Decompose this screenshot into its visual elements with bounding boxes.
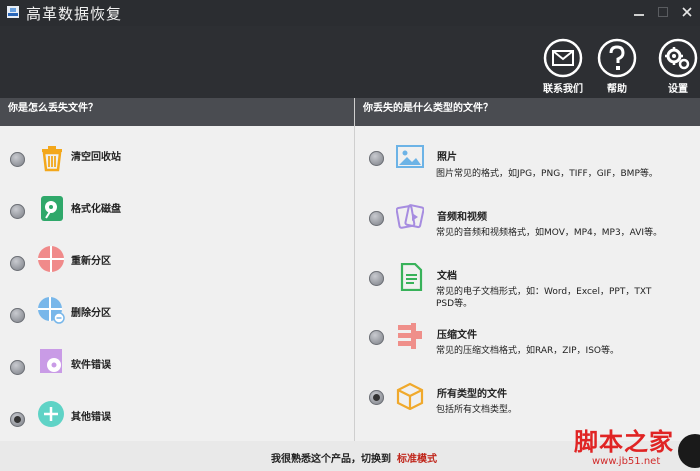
file-type-description: 常见的音频和视频格式，如MOV，MP4，MP3，AVI等。 [436,228,663,238]
loss-option-label: 清空回收站 [71,152,121,163]
file-type-description: 常见的压缩文档格式，如RAR，ZIP，ISO等。 [436,346,619,356]
radio-button[interactable] [10,152,25,167]
help-button[interactable]: 帮助 [594,38,640,98]
maximize-icon[interactable] [656,5,670,19]
window-title: 高革数据恢复 [26,5,123,23]
file-type-description: 图片常见的格式，如JPG，PNG，TIFF，GIF，BMP等。 [436,169,658,179]
radio-button-selected[interactable] [369,390,384,405]
standard-mode-link[interactable]: 标准模式 [397,454,437,465]
left-section-heading: 你是怎么丢失文件？ [0,98,354,126]
mode-switch-prompt: 我很熟悉这个产品，切换到 标准模式 [271,450,437,465]
watermark-circle [678,434,700,468]
file-type-label: 照片 [437,152,457,163]
photo-icon [396,145,424,168]
formatted-disk-icon [41,196,63,221]
radio-button[interactable] [369,151,384,166]
loss-reason-panel: 清空回收站 格式化磁盘 重新分区 删除分区 软件错误 其他错误 [0,126,354,441]
right-heading-text: 你丢失的是什么类型的文件？ [363,103,493,114]
radio-button[interactable] [10,360,25,375]
radio-button[interactable] [10,204,25,219]
settings-button[interactable]: 设置 [655,38,700,98]
delete-partition-icon [38,297,65,324]
file-type-archive[interactable]: 压缩文件 常见的压缩文档格式，如RAR，ZIP，ISO等。 [355,322,695,362]
file-type-label: 所有类型的文件 [437,389,507,400]
file-type-description: 常见的电子文档形式，如：Word，Excel，PPT，TXT PSD等。 [436,287,652,309]
file-type-label: 文档 [437,271,457,282]
radio-button[interactable] [10,308,25,323]
loss-option-format-disk[interactable]: 格式化磁盘 [0,186,340,226]
loss-option-label: 删除分区 [71,308,111,319]
file-type-all[interactable]: 所有类型的文件 包括所有文档类型。 [355,382,695,422]
radio-button-selected[interactable] [10,412,25,427]
close-icon[interactable] [680,5,694,19]
loss-option-delete-partition[interactable]: 删除分区 [0,290,340,330]
radio-button[interactable] [369,211,384,226]
loss-option-repartition[interactable]: 重新分区 [0,238,340,278]
document-icon [400,263,423,291]
watermark: 脚本之家 www.jb51.net [570,420,700,471]
loss-option-label: 格式化磁盘 [71,204,121,215]
loss-option-recycle-bin[interactable]: 清空回收站 [0,134,340,174]
file-type-description: 包括所有文档类型。 [436,405,518,415]
other-error-icon [38,401,64,427]
repartition-icon [38,246,64,272]
minimize-icon[interactable] [632,5,646,19]
right-section-heading: 你丢失的是什么类型的文件？ [355,98,700,126]
file-type-label: 压缩文件 [437,330,477,341]
loss-option-other-error[interactable]: 其他错误 [0,394,340,434]
audio-video-icon [396,204,424,229]
file-type-label: 音频和视频 [437,212,487,223]
mail-icon [543,38,583,78]
mode-switch-text: 我很熟悉这个产品，切换到 [271,454,391,465]
file-type-document[interactable]: 文档 常见的电子文档形式，如：Word，Excel，PPT，TXT PSD等。 [355,262,695,309]
contact-label: 联系我们 [543,84,583,95]
settings-label: 设置 [668,84,688,95]
gear-icon [658,38,698,78]
watermark-title: 脚本之家 [574,427,674,456]
help-icon [597,38,637,78]
file-type-photo[interactable]: 照片 图片常见的格式，如JPG，PNG，TIFF，GIF，BMP等。 [355,140,695,180]
loss-option-software-error[interactable]: 软件错误 [0,342,340,382]
file-type-audio-video[interactable]: 音频和视频 常见的音频和视频格式，如MOV，MP4，MP3，AVI等。 [355,201,695,241]
header-toolbar: 联系我们 帮助 设置 [0,26,700,98]
contact-button[interactable]: 联系我们 [540,38,586,98]
loss-option-label: 重新分区 [71,256,111,267]
watermark-url: www.jb51.net [592,456,661,467]
archive-icon [398,323,422,349]
all-files-icon [396,382,424,410]
radio-button[interactable] [369,271,384,286]
help-label: 帮助 [607,84,627,95]
radio-button[interactable] [10,256,25,271]
radio-button[interactable] [369,330,384,345]
file-type-panel: 照片 图片常见的格式，如JPG，PNG，TIFF，GIF，BMP等。 音频和视频… [355,126,700,441]
loss-option-label: 其他错误 [71,412,111,423]
left-heading-text: 你是怎么丢失文件？ [8,103,98,114]
title-bar: 高革数据恢复 [0,0,700,26]
loss-option-label: 软件错误 [71,360,111,371]
software-error-icon [40,349,62,373]
recycle-bin-icon [42,146,62,172]
app-icon [7,6,19,18]
